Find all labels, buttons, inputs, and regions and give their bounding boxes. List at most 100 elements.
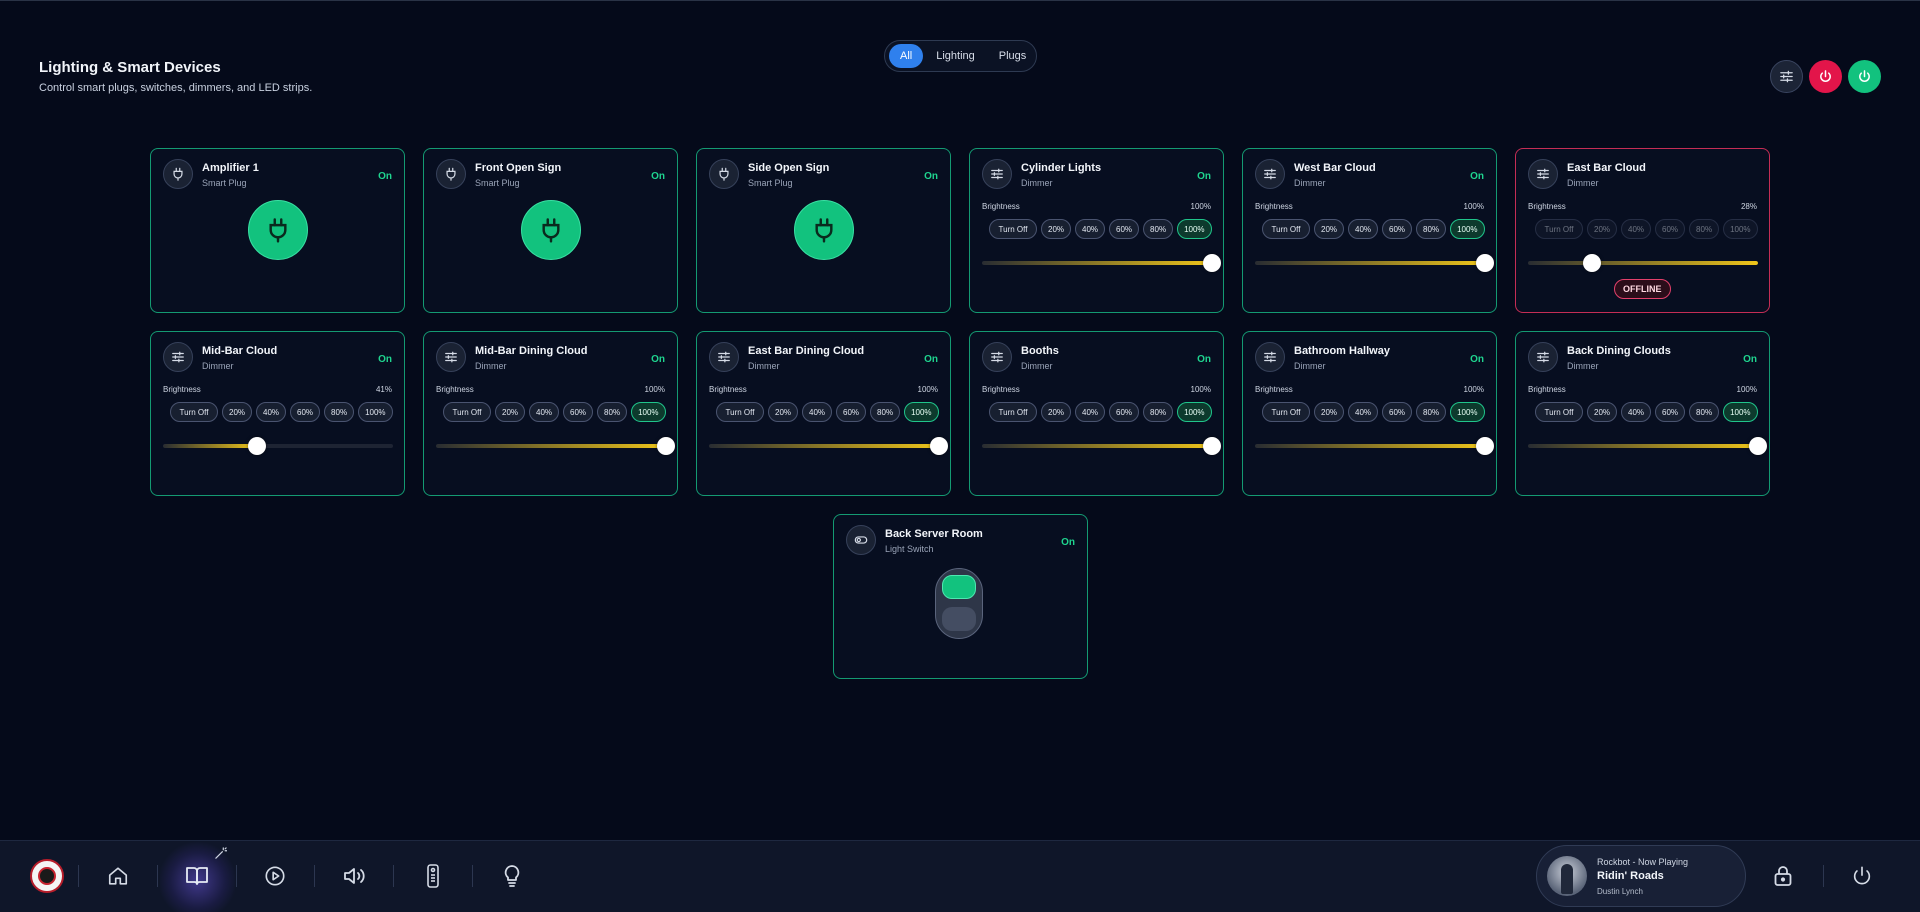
preset-turn-off[interactable]: Turn Off [170,402,218,422]
preset-40[interactable]: 40% [1348,219,1379,239]
nav-home-button[interactable] [103,861,133,891]
preset-20[interactable]: 20% [1041,219,1072,239]
page-title: Lighting & Smart Devices [39,59,221,76]
brightness-presets: Turn Off 20% 40% 60% 80% 100% [716,402,939,422]
preset-20[interactable]: 20% [495,402,526,422]
brightness-slider[interactable] [1528,254,1758,272]
preset-20[interactable]: 20% [1587,219,1618,239]
preset-100[interactable]: 100% [1450,402,1485,422]
preset-100[interactable]: 100% [1450,219,1485,239]
brightness-slider[interactable] [436,437,675,455]
brightness-slider[interactable] [1255,437,1494,455]
slider-thumb[interactable] [930,437,948,455]
all-on-button[interactable] [1848,60,1881,93]
preset-20[interactable]: 20% [1041,402,1072,422]
preset-80[interactable]: 80% [1689,402,1720,422]
nav-book-button[interactable] [182,861,212,891]
preset-20[interactable]: 20% [1314,219,1345,239]
preset-100[interactable]: 100% [1723,219,1758,239]
preset-80[interactable]: 80% [1689,219,1720,239]
power-button[interactable] [1847,861,1877,891]
preset-80[interactable]: 80% [597,402,628,422]
nav-media-button[interactable] [260,861,290,891]
preset-60[interactable]: 60% [290,402,321,422]
light-switch-toggle[interactable] [935,568,983,639]
preset-40[interactable]: 40% [529,402,560,422]
brightness-slider[interactable] [982,254,1221,272]
preset-80[interactable]: 80% [1143,219,1174,239]
brightness-slider[interactable] [163,437,393,455]
nav-lighting-button[interactable] [497,861,527,891]
preset-40[interactable]: 40% [1621,219,1652,239]
brand-logo[interactable] [30,859,64,893]
preset-turn-off[interactable]: Turn Off [1535,402,1583,422]
plug-toggle-button[interactable] [521,200,581,260]
preset-40[interactable]: 40% [802,402,833,422]
preset-100[interactable]: 100% [1723,402,1758,422]
plug-toggle-button[interactable] [248,200,308,260]
brightness-value: 100% [1463,202,1484,211]
lock-button[interactable] [1768,861,1798,891]
nav-remote-button[interactable] [418,861,448,891]
preset-80[interactable]: 80% [1416,402,1447,422]
device-type: Dimmer [748,361,780,371]
preset-20[interactable]: 20% [1314,402,1345,422]
preset-20[interactable]: 20% [768,402,799,422]
power-on-icon [1859,70,1870,82]
preset-60[interactable]: 60% [1655,402,1686,422]
preset-60[interactable]: 60% [1382,219,1413,239]
preset-40[interactable]: 40% [1075,219,1106,239]
preset-80[interactable]: 80% [870,402,901,422]
switch-on-paddle[interactable] [942,575,976,599]
preset-60[interactable]: 60% [563,402,594,422]
nav-audio-button[interactable] [339,861,369,891]
slider-thumb[interactable] [1583,254,1602,272]
now-playing-widget[interactable]: Rockbot - Now Playing Ridin' Roads Dusti… [1536,845,1746,907]
preset-turn-off[interactable]: Turn Off [1262,219,1310,239]
preset-80[interactable]: 80% [1416,219,1447,239]
preset-40[interactable]: 40% [1621,402,1652,422]
preset-100[interactable]: 100% [631,402,666,422]
preset-turn-off[interactable]: Turn Off [716,402,764,422]
switch-off-paddle[interactable] [942,607,976,631]
preset-60[interactable]: 60% [1109,219,1140,239]
preset-turn-off[interactable]: Turn Off [1262,402,1310,422]
preset-turn-off[interactable]: Turn Off [989,219,1037,239]
preset-turn-off[interactable]: Turn Off [1535,219,1583,239]
preset-20[interactable]: 20% [222,402,253,422]
preset-40[interactable]: 40% [1348,402,1379,422]
all-off-button[interactable] [1809,60,1842,93]
preset-100[interactable]: 100% [1177,219,1212,239]
filter-all[interactable]: All [889,44,924,68]
preset-80[interactable]: 80% [1143,402,1174,422]
preset-60[interactable]: 60% [1382,402,1413,422]
preset-40[interactable]: 40% [1075,402,1106,422]
slider-fill [163,444,258,448]
slider-thumb[interactable] [1203,437,1221,455]
preset-80[interactable]: 80% [324,402,355,422]
filter-plugs[interactable]: Plugs [988,44,1038,68]
brightness-slider[interactable] [1528,437,1767,455]
settings-button[interactable] [1770,60,1803,93]
preset-20[interactable]: 20% [1587,402,1618,422]
slider-thumb[interactable] [248,437,267,455]
preset-turn-off[interactable]: Turn Off [989,402,1037,422]
brightness-slider[interactable] [982,437,1221,455]
preset-turn-off[interactable]: Turn Off [443,402,491,422]
brightness-slider[interactable] [1255,254,1494,272]
slider-thumb[interactable] [1476,437,1494,455]
brightness-slider[interactable] [709,437,948,455]
preset-100[interactable]: 100% [1177,402,1212,422]
slider-thumb[interactable] [1476,254,1494,272]
filter-lighting[interactable]: Lighting [925,44,986,68]
slider-thumb[interactable] [1203,254,1221,272]
preset-60[interactable]: 60% [1655,219,1686,239]
preset-40[interactable]: 40% [256,402,287,422]
preset-100[interactable]: 100% [904,402,939,422]
plug-toggle-button[interactable] [794,200,854,260]
preset-60[interactable]: 60% [836,402,867,422]
preset-60[interactable]: 60% [1109,402,1140,422]
slider-thumb[interactable] [657,437,675,455]
preset-100[interactable]: 100% [358,402,393,422]
slider-thumb[interactable] [1749,437,1767,455]
